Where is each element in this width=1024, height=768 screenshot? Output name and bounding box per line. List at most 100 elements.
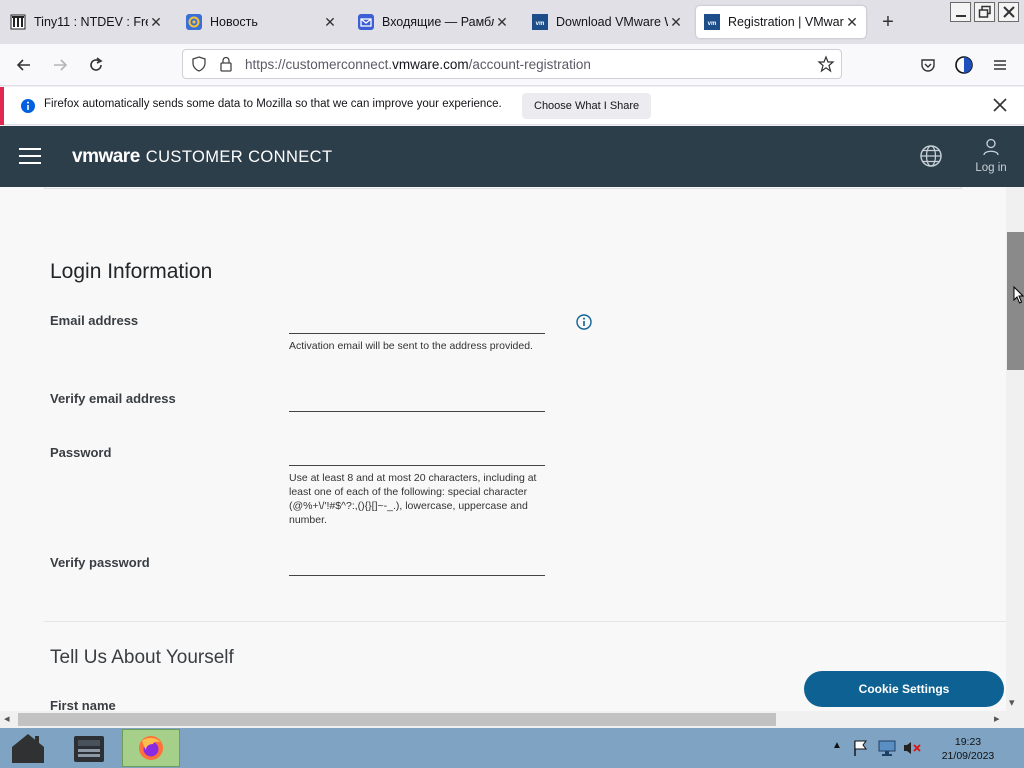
globe-icon[interactable] xyxy=(919,144,943,173)
scroll-down-icon[interactable]: ▾ xyxy=(1009,696,1015,709)
cookie-settings-button[interactable]: Cookie Settings xyxy=(804,671,1004,707)
restore-button[interactable] xyxy=(974,2,995,22)
url-domain: vmware.com xyxy=(392,57,469,72)
lock-icon[interactable] xyxy=(219,56,233,77)
vmware-logo[interactable]: vmware CUSTOMER CONNECT xyxy=(72,146,332,168)
tab-registration-vmware[interactable]: vm Registration | VMware ✕ xyxy=(696,6,866,38)
navigation-toolbar: https://customerconnect.vmware.com/accou… xyxy=(0,44,1024,86)
arrow-left-icon xyxy=(16,59,30,71)
restore-icon xyxy=(978,5,991,18)
tab-title: Входящие — Рамблер xyxy=(382,15,494,29)
tab-rambler-mail[interactable]: Входящие — Рамблер ✕ xyxy=(350,6,516,38)
firefox-icon xyxy=(139,736,163,760)
start-home-icon[interactable] xyxy=(8,731,48,768)
svg-text:vm: vm xyxy=(708,21,717,27)
pocket-icon xyxy=(921,59,935,72)
password-help-text: Use at least 8 and at most 20 characters… xyxy=(289,472,537,526)
url-path: /account-registration xyxy=(468,57,591,72)
verify-email-field[interactable] xyxy=(289,388,545,412)
brand-name: vmware xyxy=(72,146,140,167)
at-sign-icon xyxy=(186,14,202,30)
email-help-text: Activation email will be sent to the add… xyxy=(289,340,533,352)
registration-form-page: Login Information Email address Activati… xyxy=(0,187,1006,711)
back-button[interactable] xyxy=(12,53,36,77)
info-circle-icon[interactable] xyxy=(576,314,592,335)
login-button[interactable]: Log in xyxy=(968,138,1014,174)
scroll-left-icon[interactable]: ◂ xyxy=(4,712,10,725)
close-tab-icon[interactable]: ✕ xyxy=(148,14,164,31)
vmware-icon: vm xyxy=(704,14,720,30)
product-name: CUSTOMER CONNECT xyxy=(145,148,333,166)
tab-title: Registration | VMware xyxy=(728,15,844,29)
tab-tiny11[interactable]: Tiny11 : NTDEV : Free D ✕ xyxy=(2,6,170,38)
tab-strip: Tiny11 : NTDEV : Free D ✕ Новость ✕ Вход… xyxy=(0,0,1024,44)
user-icon xyxy=(983,138,999,156)
tray-expand-icon[interactable]: ▲ xyxy=(832,740,842,751)
file-manager-icon[interactable] xyxy=(72,732,106,768)
close-tab-icon[interactable]: ✕ xyxy=(322,14,338,31)
email-label: Email address xyxy=(50,313,139,328)
verify-password-label: Verify password xyxy=(50,555,150,570)
close-notification-icon[interactable] xyxy=(992,97,1008,118)
site-header: vmware CUSTOMER CONNECT Log in xyxy=(0,126,1024,187)
first-name-label: First name xyxy=(50,698,116,711)
section-divider xyxy=(44,621,1006,622)
tab-download-vmware[interactable]: vm Download VMware W ✕ xyxy=(524,6,690,38)
half-circle-icon xyxy=(955,56,973,74)
shield-icon[interactable] xyxy=(191,56,207,77)
tab-novost[interactable]: Новость ✕ xyxy=(178,6,344,38)
new-tab-button[interactable]: + xyxy=(876,10,900,34)
minimize-button[interactable] xyxy=(950,2,971,22)
password-label: Password xyxy=(50,445,112,460)
about-yourself-heading: Tell Us About Yourself xyxy=(50,647,234,668)
action-center-flag-icon[interactable] xyxy=(852,739,870,762)
verify-password-field[interactable] xyxy=(289,552,545,576)
pocket-button[interactable] xyxy=(916,53,940,77)
tab-title: Download VMware W xyxy=(556,15,668,29)
mail-icon xyxy=(358,14,374,30)
login-label: Log in xyxy=(975,162,1007,174)
menu-button[interactable] xyxy=(988,53,1012,77)
scroll-right-icon[interactable]: ▸ xyxy=(994,712,1000,725)
notification-accent xyxy=(0,87,4,125)
site-menu-icon[interactable] xyxy=(18,146,42,171)
firefox-taskbar-button[interactable] xyxy=(122,729,180,767)
hamburger-menu-icon xyxy=(994,60,1006,70)
tray-time: 19:23 xyxy=(954,736,982,748)
forward-button[interactable] xyxy=(48,53,72,77)
bookmark-star-icon[interactable] xyxy=(817,55,835,78)
previous-card-edge xyxy=(44,187,962,189)
tray-date: 21/09/2023 xyxy=(941,750,995,762)
url-prefix: https://customerconnect. xyxy=(245,57,393,72)
arrow-right-icon xyxy=(54,59,68,71)
vmware-icon: vm xyxy=(532,14,548,30)
reload-icon xyxy=(90,57,103,71)
tab-title: Tiny11 : NTDEV : Free D xyxy=(34,15,148,29)
horizontal-scrollbar-thumb[interactable] xyxy=(18,713,776,726)
close-tab-icon[interactable]: ✕ xyxy=(494,14,510,31)
url-text[interactable]: https://customerconnect.vmware.com/accou… xyxy=(245,57,591,72)
close-tab-icon[interactable]: ✕ xyxy=(844,14,860,31)
email-field[interactable] xyxy=(289,310,545,334)
info-icon xyxy=(20,98,36,119)
verify-email-label: Verify email address xyxy=(50,391,176,406)
close-window-button[interactable] xyxy=(998,2,1019,22)
data-collection-notification: Firefox automatically sends some data to… xyxy=(0,87,1024,125)
notification-message: Firefox automatically sends some data to… xyxy=(44,98,502,110)
network-icon[interactable] xyxy=(877,739,897,762)
svg-text:vm: vm xyxy=(536,21,545,27)
volume-muted-icon[interactable] xyxy=(902,739,922,762)
login-information-heading: Login Information xyxy=(50,260,213,283)
close-icon xyxy=(1002,6,1015,18)
choose-what-i-share-button[interactable]: Choose What I Share xyxy=(522,93,652,119)
url-bar[interactable]: https://customerconnect.vmware.com/accou… xyxy=(182,49,842,79)
mouse-cursor-icon xyxy=(1013,285,1024,309)
reload-button[interactable] xyxy=(84,53,108,77)
close-tab-icon[interactable]: ✕ xyxy=(668,14,684,31)
tab-title: Новость xyxy=(210,15,258,29)
tray-clock[interactable]: 19:23 21/09/2023 xyxy=(940,735,996,763)
taskbar: ▲ xyxy=(0,728,1024,768)
password-field[interactable] xyxy=(289,442,545,466)
archive-org-icon xyxy=(10,14,26,30)
account-button[interactable] xyxy=(952,53,976,77)
